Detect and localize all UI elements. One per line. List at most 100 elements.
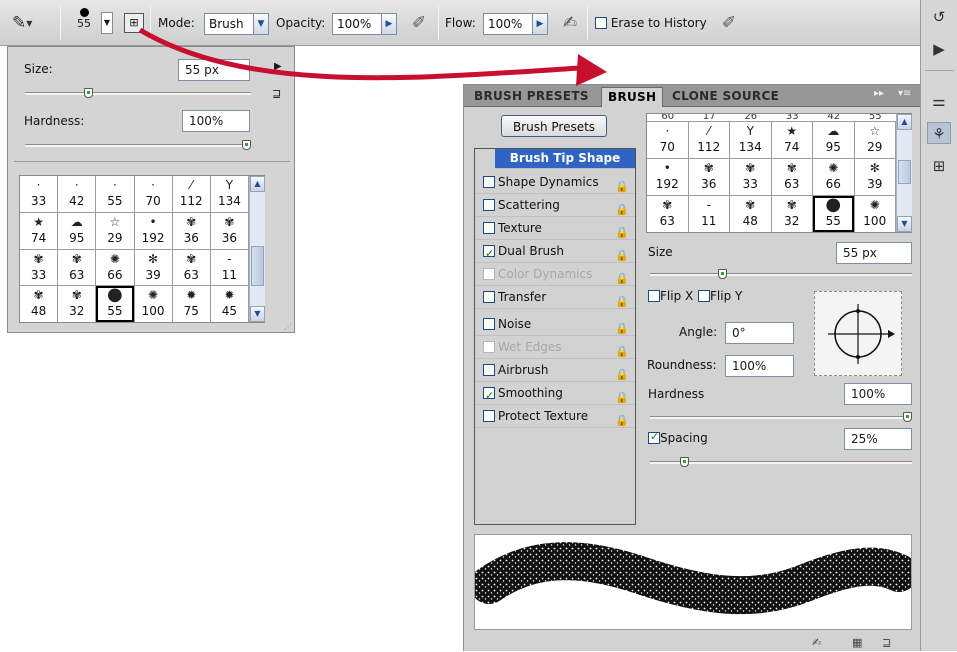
angle-field[interactable]: 0° xyxy=(725,322,794,344)
lock-icon[interactable]: 🔒 xyxy=(615,410,629,431)
texture-checkbox[interactable] xyxy=(483,222,495,234)
option-noise[interactable]: Noise 🔒 xyxy=(475,314,635,336)
tip-size-slider-thumb[interactable] xyxy=(718,269,727,279)
mode-dropdown-arrow[interactable]: ▼ xyxy=(253,13,269,35)
picker-brush-thumbnail[interactable]: ✺ 66 xyxy=(96,249,134,286)
picker-brush-thumbnail[interactable]: ✺ 100 xyxy=(134,286,172,322)
picker-brush-thumbnail[interactable]: ★ 74 xyxy=(20,212,58,249)
lock-icon[interactable]: 🔒 xyxy=(615,222,629,243)
scroll-down-button[interactable]: ▼ xyxy=(250,306,265,322)
noise-checkbox[interactable] xyxy=(483,318,495,330)
option-texture[interactable]: Texture 🔒 xyxy=(475,218,635,240)
brush-grid-view-icon[interactable]: ▦ xyxy=(852,636,862,649)
brush-tip-thumbnail[interactable]: ✾ 32 xyxy=(771,196,812,232)
tab-brush-presets[interactable]: BRUSH PRESETS xyxy=(468,87,595,107)
option-scattering[interactable]: Scattering 🔒 xyxy=(475,195,635,217)
toggle-brush-panel-icon[interactable]: ⊞ xyxy=(124,13,144,33)
tip-size-slider[interactable] xyxy=(650,269,912,279)
tip-hardness-slider[interactable] xyxy=(650,412,912,422)
option-protect-texture[interactable]: Protect Texture 🔒 xyxy=(475,406,635,428)
brush-tip-thumbnail[interactable]: Y 134 xyxy=(730,122,771,158)
picker-hardness-slider[interactable] xyxy=(25,140,251,150)
protect-texture-checkbox[interactable] xyxy=(483,410,495,422)
lock-icon[interactable]: 🔒 xyxy=(615,176,629,197)
brush-panel-icon[interactable]: ⚘ xyxy=(927,122,951,144)
option-dual-brush[interactable]: Dual Brush 🔒 xyxy=(475,241,635,266)
save-preset-icon[interactable]: ⊒ xyxy=(272,87,281,100)
picker-brush-thumbnail[interactable]: ✾ 63 xyxy=(58,249,96,286)
collapse-panel-icon[interactable]: ▸▸ xyxy=(874,88,884,99)
spacing-slider-thumb[interactable] xyxy=(680,457,689,467)
brush-tip-thumbnail[interactable]: ★ 74 xyxy=(771,122,812,158)
scroll-up-button[interactable]: ▲ xyxy=(250,176,265,192)
brush-tip-thumbnail[interactable]: · 70 xyxy=(647,122,688,158)
flip-y-checkbox[interactable]: Flip Y xyxy=(698,289,742,303)
tip-hardness-field[interactable]: 100% xyxy=(844,383,912,405)
tablet-pressure-size-icon[interactable]: ✐ xyxy=(718,12,740,34)
picker-brush-thumbnail[interactable]: ✾ 32 xyxy=(58,286,96,322)
option-transfer[interactable]: Transfer 🔒 xyxy=(475,287,635,309)
picker-hardness-slider-thumb[interactable] xyxy=(242,140,251,150)
picker-brush-thumbnail[interactable]: ☁ 95 xyxy=(58,212,96,249)
picker-brush-thumbnail[interactable]: · 33 xyxy=(20,176,58,212)
scattering-checkbox[interactable] xyxy=(483,199,495,211)
brush-tip-thumbnail[interactable]: ● 55 xyxy=(813,196,854,232)
mode-select[interactable]: Brush xyxy=(204,13,254,35)
brush-tip-thumbnail[interactable]: ✻ 39 xyxy=(854,159,895,195)
lock-icon[interactable]: 🔒 xyxy=(615,245,629,266)
option-airbrush[interactable]: Airbrush 🔒 xyxy=(475,360,635,382)
lock-icon[interactable]: 🔒 xyxy=(615,364,629,385)
airbrush-checkbox[interactable] xyxy=(483,364,495,376)
tab-clone-source[interactable]: CLONE SOURCE xyxy=(666,87,785,107)
picker-brush-thumbnail[interactable]: ✻ 39 xyxy=(134,249,172,286)
picker-brush-thumbnail[interactable]: · 42 xyxy=(58,176,96,212)
brush-tip-thumbnail[interactable]: ☁ 95 xyxy=(813,122,854,158)
lock-icon[interactable]: 🔒 xyxy=(615,291,629,312)
brush-tip-thumbnail[interactable]: ☆ 29 xyxy=(854,122,895,158)
brush-tip-thumbnail[interactable]: - 11 xyxy=(688,196,729,232)
picker-brush-thumbnail[interactable]: Y 134 xyxy=(210,176,248,212)
history-icon[interactable]: ↺ xyxy=(927,6,951,28)
lock-icon[interactable]: 🔒 xyxy=(615,387,629,408)
brush-tip-thumbnail[interactable]: ✾ 36 xyxy=(688,159,729,195)
opacity-slider-arrow[interactable]: ▶ xyxy=(381,13,397,35)
picker-brush-thumbnail[interactable]: ✾ 33 xyxy=(20,249,58,286)
picker-size-field[interactable]: 55 px xyxy=(178,59,250,81)
airbrush-icon[interactable]: ✍ xyxy=(559,12,581,34)
tip-size-field[interactable]: 55 px xyxy=(836,242,912,264)
option-shape-dynamics[interactable]: Shape Dynamics 🔒 xyxy=(475,172,635,194)
brush-presets-button[interactable]: Brush Presets xyxy=(501,115,607,137)
angle-roundness-widget[interactable] xyxy=(814,291,902,376)
picker-brush-thumbnail[interactable]: • 192 xyxy=(134,212,172,249)
brush-tip-thumbnail[interactable]: ✺ 66 xyxy=(813,159,854,195)
dual-brush-checkbox[interactable] xyxy=(483,243,495,264)
lock-icon[interactable]: 🔒 xyxy=(615,318,629,339)
brush-tip-thumbnail[interactable]: ⁄ 112 xyxy=(688,122,729,158)
smoothing-checkbox[interactable] xyxy=(483,385,495,406)
picker-brush-thumbnail[interactable]: ✹ 75 xyxy=(172,286,210,322)
brush-tip-thumbnail[interactable]: ✾ 63 xyxy=(771,159,812,195)
lock-icon[interactable]: 🔒 xyxy=(615,199,629,220)
picker-brush-thumbnail[interactable]: ⁄ 112 xyxy=(172,176,210,212)
erase-to-history-checkbox[interactable]: Erase to History xyxy=(595,16,707,30)
option-smoothing[interactable]: Smoothing 🔒 xyxy=(475,383,635,408)
flip-x-check[interactable] xyxy=(648,290,660,302)
eraser-tool-icon[interactable]: ✎▼ xyxy=(12,12,46,34)
spacing-slider[interactable] xyxy=(650,457,912,467)
tool-presets-icon[interactable]: ⚌ xyxy=(927,90,951,112)
flip-x-checkbox[interactable]: Flip X xyxy=(648,289,693,303)
picker-size-slider[interactable] xyxy=(25,88,251,98)
picker-brush-thumbnail[interactable]: · 70 xyxy=(134,176,172,212)
picker-brush-thumbnail[interactable]: ✾ 36 xyxy=(172,212,210,249)
spacing-checkbox[interactable]: Spacing xyxy=(648,430,708,445)
clone-source-icon[interactable]: ⊞ xyxy=(927,155,951,177)
picker-brush-thumbnail[interactable]: ✹ 45 xyxy=(210,286,248,322)
new-brush-icon[interactable]: ⊒ xyxy=(882,636,891,649)
picker-brush-thumbnail[interactable]: ✾ 36 xyxy=(210,212,248,249)
tip-grid-scrollbar[interactable]: ▲ ▼ xyxy=(896,114,912,232)
erase-to-history-check[interactable] xyxy=(595,17,607,29)
spacing-check[interactable] xyxy=(648,430,660,444)
tablet-pressure-opacity-icon[interactable]: ✐ xyxy=(408,12,430,34)
picker-brush-thumbnail[interactable]: ● 55 xyxy=(96,286,134,322)
actions-play-icon[interactable]: ▶ xyxy=(927,38,951,60)
